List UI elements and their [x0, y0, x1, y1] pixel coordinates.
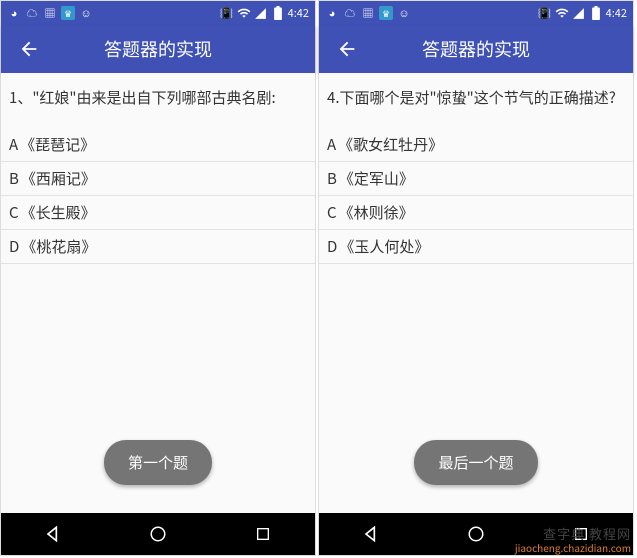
- notification-icon: ☺: [79, 6, 93, 20]
- app-title: 答题器的实现: [49, 36, 267, 62]
- first-question-button[interactable]: 第一个题: [104, 440, 212, 485]
- option-letter: A: [327, 134, 336, 155]
- wifi-icon: [555, 6, 569, 20]
- status-time: 4:42: [288, 5, 309, 21]
- option-text: 《桃花扇》: [21, 236, 96, 257]
- nav-recents-button[interactable]: [243, 519, 283, 549]
- app-title: 答题器的实现: [367, 36, 585, 62]
- notification-icon: ◕: [7, 6, 21, 20]
- signal-icon: [572, 6, 586, 20]
- vibrate-icon: 📳: [220, 6, 234, 20]
- option-text: 《西厢记》: [21, 168, 96, 189]
- notification-icon: ☁: [343, 6, 357, 20]
- notification-icon: ☺: [397, 6, 411, 20]
- option-letter: D: [9, 236, 19, 257]
- option-b[interactable]: B 《定军山》: [319, 162, 633, 196]
- status-time: 4:42: [606, 5, 627, 21]
- notification-icon: ▦: [361, 6, 375, 20]
- question-text: 1、"红娘"由来是出自下列哪部古典名剧:: [1, 81, 315, 128]
- wifi-icon: [237, 6, 251, 20]
- nav-back-button[interactable]: [351, 519, 391, 549]
- vibrate-icon: 📳: [538, 6, 552, 20]
- content-area: 4.下面哪个是对"惊蛰"这个节气的正确描述? A 《歌女红牡丹》 B 《定军山》…: [319, 73, 633, 513]
- watermark-line2: jiaocheng.chazidian.com: [515, 542, 631, 554]
- notification-icon: ☁: [25, 6, 39, 20]
- option-text: 《林则徐》: [339, 202, 414, 223]
- notification-icon: ♛: [379, 6, 393, 20]
- option-letter: A: [9, 134, 18, 155]
- signal-icon: [254, 6, 268, 20]
- back-button[interactable]: [9, 29, 49, 69]
- option-c[interactable]: C 《长生殿》: [1, 196, 315, 230]
- option-text: 《琵琶记》: [20, 134, 95, 155]
- battery-icon: [271, 6, 285, 20]
- option-c[interactable]: C 《林则徐》: [319, 196, 633, 230]
- notification-icon: ♛: [61, 6, 75, 20]
- phone-screen-right: ◕ ☁ ▦ ♛ ☺ 📳 4:42 答题器的实现 4.下面哪个是对"惊蛰"这个节气…: [318, 0, 634, 556]
- app-bar: 答题器的实现: [319, 25, 633, 73]
- question-text: 4.下面哪个是对"惊蛰"这个节气的正确描述?: [319, 81, 633, 128]
- status-bar: ◕ ☁ ▦ ♛ ☺ 📳 4:42: [319, 1, 633, 25]
- option-text: 《定军山》: [339, 168, 414, 189]
- last-question-button[interactable]: 最后一个题: [414, 440, 537, 485]
- status-bar: ◕ ☁ ▦ ♛ ☺ 📳 4:42: [1, 1, 315, 25]
- options-list: A 《歌女红牡丹》 B 《定军山》 C 《林则徐》 D 《玉人何处》: [319, 128, 633, 264]
- option-text: 《长生殿》: [21, 202, 96, 223]
- option-letter: B: [9, 168, 19, 189]
- nav-home-button[interactable]: [138, 519, 178, 549]
- navigation-bar: [1, 513, 315, 555]
- option-d[interactable]: D 《玉人何处》: [319, 230, 633, 264]
- option-b[interactable]: B 《西厢记》: [1, 162, 315, 196]
- options-list: A 《琵琶记》 B 《西厢记》 C 《长生殿》 D 《桃花扇》: [1, 128, 315, 264]
- nav-back-button[interactable]: [33, 519, 73, 549]
- option-letter: C: [327, 202, 337, 223]
- battery-icon: [589, 6, 603, 20]
- option-a[interactable]: A 《琵琶记》: [1, 128, 315, 162]
- notification-icon: ◕: [325, 6, 339, 20]
- option-text: 《歌女红牡丹》: [338, 134, 443, 155]
- option-text: 《玉人何处》: [339, 236, 429, 257]
- content-area: 1、"红娘"由来是出自下列哪部古典名剧: A 《琵琶记》 B 《西厢记》 C 《…: [1, 73, 315, 513]
- option-letter: C: [9, 202, 19, 223]
- watermark: 查字典 教程网 jiaocheng.chazidian.com: [515, 526, 631, 554]
- option-d[interactable]: D 《桃花扇》: [1, 230, 315, 264]
- notification-icon: ▦: [43, 6, 57, 20]
- back-button[interactable]: [327, 29, 367, 69]
- option-letter: D: [327, 236, 337, 257]
- app-bar: 答题器的实现: [1, 25, 315, 73]
- nav-home-button[interactable]: [456, 519, 496, 549]
- option-letter: B: [327, 168, 337, 189]
- option-a[interactable]: A 《歌女红牡丹》: [319, 128, 633, 162]
- phone-screen-left: ◕ ☁ ▦ ♛ ☺ 📳 4:42 答题器的实现 1、"红娘"由来是出自下列哪部古…: [0, 0, 316, 556]
